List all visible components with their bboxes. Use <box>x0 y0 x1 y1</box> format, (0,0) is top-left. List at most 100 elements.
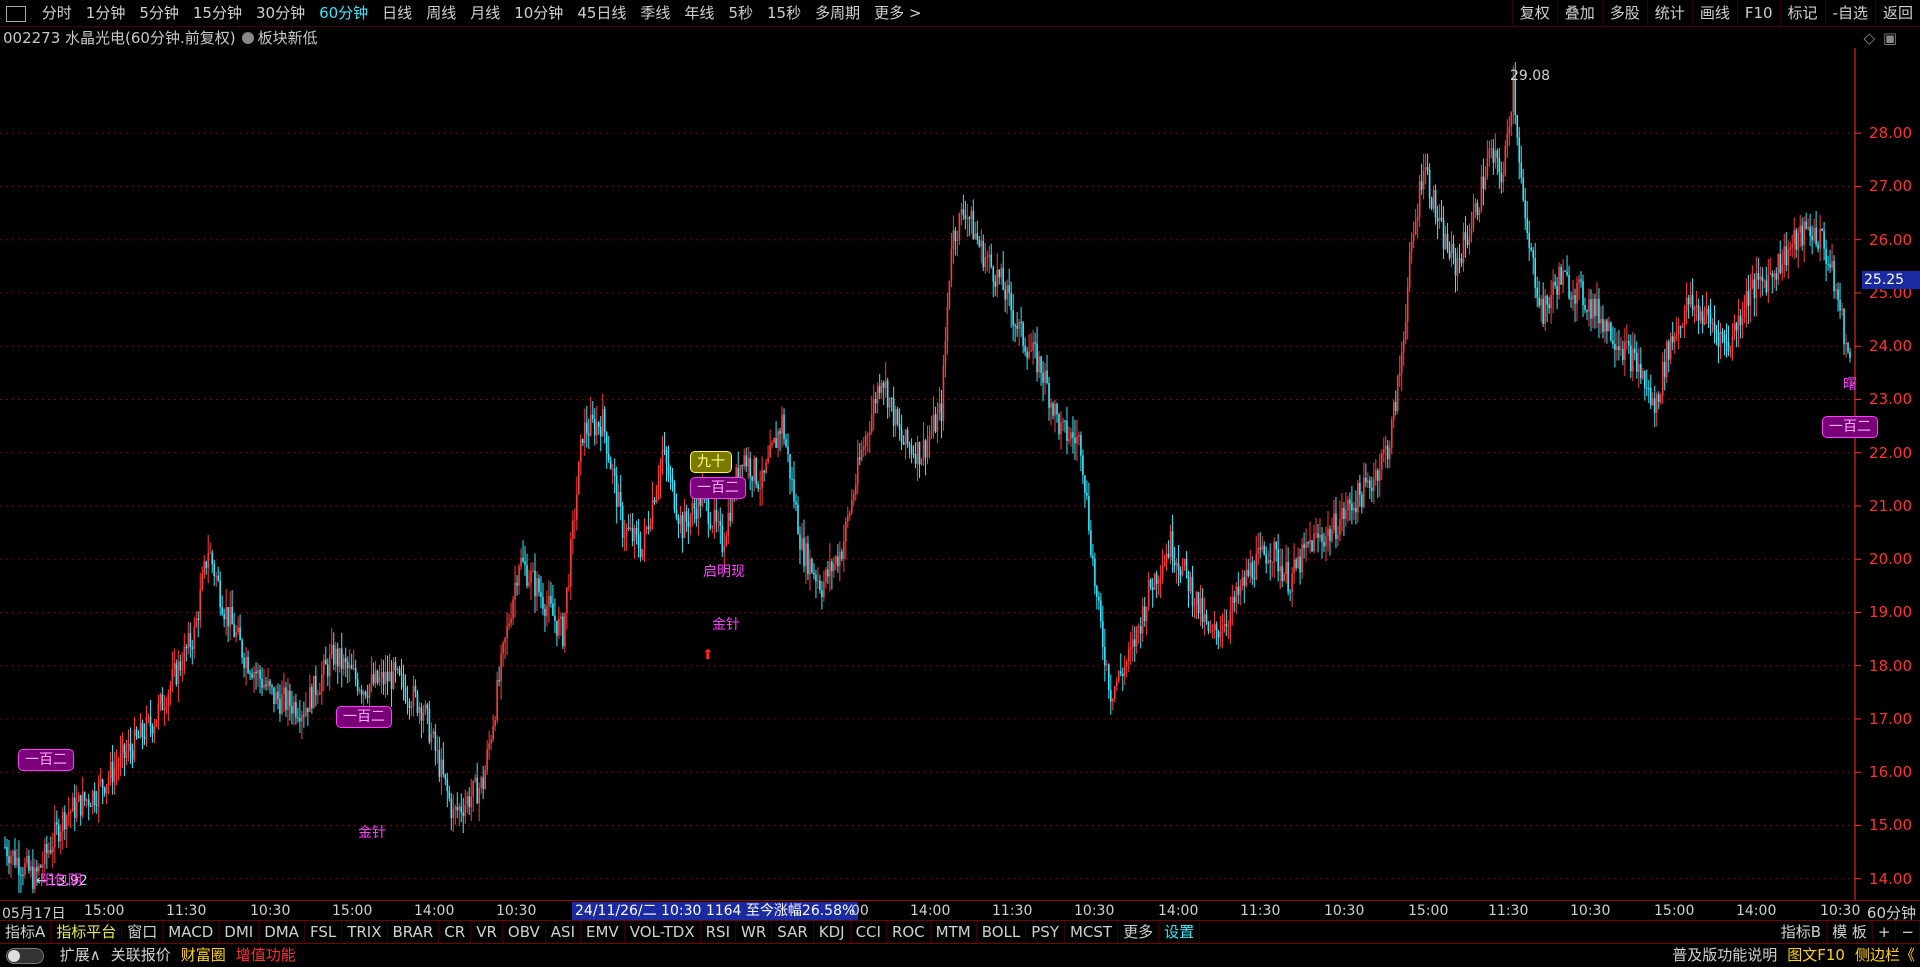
signal-tag[interactable]: 九十 <box>690 450 732 473</box>
indicator-right-button[interactable]: − <box>1896 921 1920 943</box>
period-tab[interactable]: 日线 <box>375 0 419 26</box>
period-tab[interactable]: 5秒 <box>721 0 760 26</box>
indicator-tab[interactable]: SAR <box>772 921 814 943</box>
indicator-right-button[interactable]: + <box>1873 921 1897 943</box>
diamond-icon[interactable]: ◇ <box>1863 27 1875 49</box>
indicator-tab[interactable]: BOLL <box>977 921 1027 943</box>
period-tab[interactable]: 15分钟 <box>186 0 249 26</box>
candle-body <box>516 582 518 586</box>
period-tab[interactable]: 季线 <box>633 0 677 26</box>
candle-body <box>315 675 317 696</box>
indicator-tab[interactable]: ASI <box>546 921 582 943</box>
period-tab[interactable]: 年线 <box>677 0 721 26</box>
signal-tag[interactable]: 一百二 <box>690 477 746 500</box>
period-tab[interactable]: 多周期 <box>808 0 867 26</box>
period-tab[interactable]: 周线 <box>419 0 463 26</box>
indicator-tab[interactable]: MACD <box>163 921 220 943</box>
toolbar-button[interactable]: 返回 <box>1874 0 1920 26</box>
candle-body <box>709 523 712 529</box>
toolbar-button[interactable]: 复权 <box>1511 0 1557 26</box>
bottom-button[interactable]: 财富圈 <box>176 944 231 966</box>
bottom-right-button[interactable]: 侧边栏《 <box>1850 944 1920 966</box>
candle-body <box>1737 315 1740 331</box>
candle-body <box>773 438 775 443</box>
bottom-right-button[interactable]: 图文F10 <box>1782 944 1850 966</box>
indicator-tab[interactable]: WR <box>736 921 773 943</box>
kline-svg[interactable] <box>0 48 1920 900</box>
candle-body <box>1145 606 1148 622</box>
indicator-tab[interactable]: TRIX <box>342 921 388 943</box>
candle-body <box>821 590 823 598</box>
indicator-tab[interactable]: 设置 <box>1159 921 1201 943</box>
indicator-tab[interactable]: ROC <box>887 921 931 943</box>
candle-body <box>1141 606 1144 634</box>
candle-body <box>245 656 247 669</box>
indicator-tab[interactable]: 更多 <box>1118 921 1160 943</box>
candle-body <box>113 768 116 783</box>
signal-tag[interactable]: 一百二 <box>1822 416 1878 439</box>
period-tab[interactable]: 60分钟 <box>312 0 375 26</box>
indicator-tab[interactable]: 指标平台 <box>51 921 123 943</box>
indicator-tab[interactable]: MCST <box>1065 921 1119 943</box>
indicator-tab[interactable]: DMI <box>219 921 260 943</box>
kline-chart[interactable]: 28.00 27.00 26.00 25.00 24.00 23.00 22.00 21.00… <box>0 48 1920 900</box>
maximize-icon[interactable]: ▣ <box>1883 27 1897 49</box>
candle-body <box>1171 531 1174 561</box>
candle-body <box>1775 273 1778 280</box>
candle-body <box>87 799 90 806</box>
candle-body <box>326 664 329 677</box>
bottom-button[interactable]: 扩展∧ <box>55 944 106 966</box>
candle-body <box>1797 232 1800 250</box>
candle-body <box>283 687 285 695</box>
toolbar-button[interactable]: -自选 <box>1824 0 1875 26</box>
indicator-tab[interactable]: KDJ <box>814 921 851 943</box>
period-tab[interactable]: 10分钟 <box>507 0 570 26</box>
signal-tag[interactable]: 一百二 <box>336 706 392 729</box>
window-icon[interactable] <box>6 6 26 22</box>
sector-label[interactable]: 板块新低 <box>258 29 318 47</box>
candle-body <box>815 574 817 582</box>
indicator-tab[interactable]: BRAR <box>388 921 440 943</box>
indicator-tab[interactable]: 指标A <box>0 921 52 943</box>
period-tab[interactable]: 月线 <box>463 0 507 26</box>
toolbar-button[interactable]: 统计 <box>1646 0 1692 26</box>
toolbar-button[interactable]: 叠加 <box>1556 0 1602 26</box>
indicator-right-button[interactable]: 指标B <box>1776 921 1828 943</box>
period-tab[interactable]: 30分钟 <box>249 0 312 26</box>
indicator-tab[interactable]: CCI <box>851 921 887 943</box>
signal-tag[interactable]: 一百二 <box>18 748 74 771</box>
indicator-tab[interactable]: FSL <box>305 921 343 943</box>
period-tab[interactable]: 45日线 <box>570 0 633 26</box>
toggle-switch[interactable] <box>6 948 44 964</box>
bottom-right-button[interactable]: 普及版功能说明 <box>1667 944 1782 966</box>
indicator-tab[interactable]: MTM <box>931 921 977 943</box>
indicator-tab[interactable]: DMA <box>259 921 305 943</box>
candle-body <box>1038 356 1040 373</box>
indicator-tab[interactable]: EMV <box>581 921 625 943</box>
bottom-button[interactable]: 增值功能 <box>231 944 301 966</box>
indicator-tab[interactable]: OBV <box>503 921 546 943</box>
period-tab[interactable]: 更多 > <box>867 0 928 26</box>
indicator-tab[interactable]: PSY <box>1026 921 1065 943</box>
toolbar-button[interactable]: 画线 <box>1691 0 1737 26</box>
candle-body <box>685 511 688 522</box>
candle-body <box>265 684 267 687</box>
period-tab[interactable]: 分时 <box>35 0 79 26</box>
candle-body <box>1544 295 1546 324</box>
period-tab[interactable]: 1分钟 <box>79 0 133 26</box>
toolbar-button[interactable]: 标记 <box>1779 0 1825 26</box>
indicator-tab[interactable]: RSI <box>701 921 736 943</box>
toolbar-button[interactable]: 多股 <box>1601 0 1647 26</box>
period-tab[interactable]: 5分钟 <box>132 0 186 26</box>
candle-body <box>1697 305 1700 321</box>
indicator-tab[interactable]: VOL-TDX <box>625 921 701 943</box>
period-tab[interactable]: 15秒 <box>760 0 808 26</box>
candle-body <box>566 587 568 614</box>
candle-body <box>1406 287 1409 322</box>
toolbar-button[interactable]: F10 <box>1736 0 1780 26</box>
indicator-tab[interactable]: CR <box>439 921 472 943</box>
indicator-tab[interactable]: VR <box>471 921 503 943</box>
bottom-button[interactable]: 关联报价 <box>106 944 176 966</box>
indicator-tab[interactable]: 窗口 <box>122 921 164 943</box>
indicator-right-button[interactable]: 模 板 <box>1827 921 1873 943</box>
